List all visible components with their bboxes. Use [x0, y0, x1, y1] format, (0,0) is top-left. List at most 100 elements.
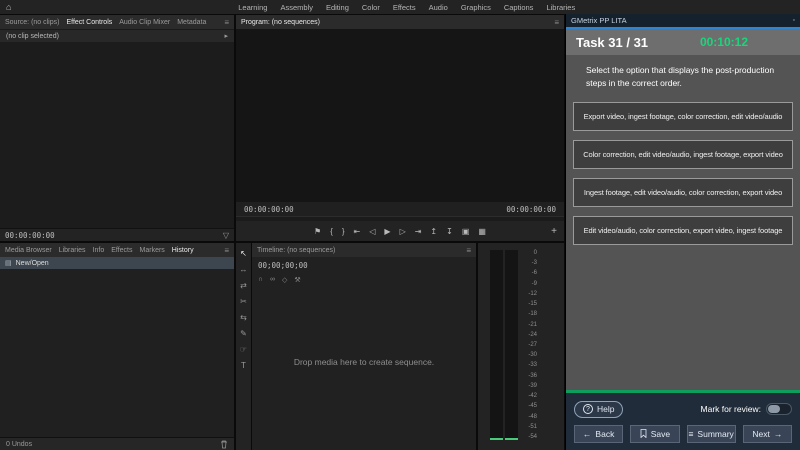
add-marker-icon[interactable]: ⚑ — [314, 227, 321, 236]
help-label: Help — [597, 404, 614, 414]
panel-menu-icon[interactable]: ≡ — [224, 246, 229, 255]
workspace-tab-editing[interactable]: Editing — [326, 3, 349, 12]
scale-label: -24 — [523, 332, 537, 338]
tools-panel: ↖ ↔ ⇄ ✂ ⇆ ✎ ☞ T — [236, 243, 251, 450]
workspace-tab-graphics[interactable]: Graphics — [461, 3, 491, 12]
back-button[interactable]: ← Back — [574, 425, 623, 443]
app-root: ⌂ Learning Assembly Editing Color Effect… — [0, 0, 800, 450]
tab-effect-controls[interactable]: Effect Controls — [66, 19, 112, 26]
scale-label: -15 — [523, 301, 537, 307]
help-button[interactable]: ? Help — [574, 401, 623, 418]
timeline-panel: Timeline: (no sequences) ≡ 00;00;00;00 ∩… — [252, 243, 476, 450]
tab-info[interactable]: Info — [93, 247, 105, 254]
workspace-tab-effects[interactable]: Effects — [393, 3, 416, 12]
history-row-new-open[interactable]: ▤ New/Open — [0, 257, 234, 269]
play-icon[interactable]: ▶ — [384, 227, 390, 236]
scale-label: -3 — [523, 260, 537, 266]
timeline-settings-icon[interactable]: ⚒ — [294, 276, 300, 284]
scale-label: -21 — [523, 322, 537, 328]
timeline-header: Timeline: (no sequences) ≡ — [252, 243, 476, 257]
panel-menu-icon[interactable]: ≡ — [554, 18, 559, 27]
workspace-tab-libraries[interactable]: Libraries — [546, 3, 575, 12]
linked-selection-icon[interactable]: ∞ — [270, 276, 275, 284]
save-button[interactable]: Save — [630, 425, 679, 443]
scale-label: -54 — [523, 434, 537, 440]
tab-effects[interactable]: Effects — [111, 247, 132, 254]
effect-controls-tabbar: Source: (no clips) Effect Controls Audio… — [0, 15, 234, 29]
workspace-tab-audio[interactable]: Audio — [429, 3, 448, 12]
slip-tool-icon[interactable]: ⇆ — [240, 314, 247, 322]
pen-tool-icon[interactable]: ✎ — [240, 330, 247, 338]
transport-controls: ⚑ { } ⇤ ◁ ▶ ▷ ⇥ ↥ ↧ ▣ ▦ + — [236, 221, 564, 241]
tab-libraries[interactable]: Libraries — [59, 247, 86, 254]
snap-icon[interactable]: ∩ — [258, 276, 263, 284]
task-counter: Task 31 / 31 — [576, 35, 648, 50]
extract-icon[interactable]: ↧ — [446, 227, 453, 236]
tab-history[interactable]: History — [172, 247, 194, 254]
panel-menu-icon[interactable]: ≡ — [466, 246, 471, 255]
button-editor-plus-icon[interactable]: + — [551, 226, 557, 237]
program-monitor-header: Program: (no sequences) ≡ — [236, 15, 564, 29]
tab-source[interactable]: Source: (no clips) — [5, 19, 59, 26]
filter-icon[interactable]: ▽ — [223, 231, 229, 240]
scale-label: -45 — [523, 403, 537, 409]
scale-label: -30 — [523, 352, 537, 358]
trash-icon[interactable] — [220, 440, 228, 449]
summary-label: Summary — [697, 429, 733, 439]
mark-out-icon[interactable]: } — [342, 227, 345, 236]
effect-controls-panel: Source: (no clips) Effect Controls Audio… — [0, 15, 234, 241]
effect-controls-timecode[interactable]: 00:00:00:00 — [5, 231, 55, 240]
timeline-timecode[interactable]: 00;00;00;00 — [258, 261, 308, 270]
hand-tool-icon[interactable]: ☞ — [240, 346, 247, 354]
back-arrow-icon: ← — [583, 429, 592, 439]
program-viewer — [236, 29, 564, 202]
tab-media-browser[interactable]: Media Browser — [5, 247, 52, 254]
mark-in-icon[interactable]: { — [330, 227, 333, 236]
tab-audio-clip-mixer[interactable]: Audio Clip Mixer — [119, 19, 170, 26]
export-frame-icon[interactable]: ▣ — [462, 227, 470, 236]
meter-bar-left — [490, 250, 503, 440]
collapse-arrow-icon[interactable]: ▸ — [224, 32, 228, 40]
workspace-tab-color[interactable]: Color — [362, 3, 380, 12]
razor-tool-icon[interactable]: ✂ — [240, 298, 247, 306]
step-forward-icon[interactable]: ▷ — [400, 227, 406, 236]
gmetrix-titlebar[interactable]: GMetrix PP LITA ▫ — [566, 14, 800, 29]
type-tool-icon[interactable]: T — [241, 362, 246, 370]
next-button[interactable]: Next → — [743, 425, 792, 443]
undo-status: 0 Undos — [6, 441, 32, 448]
step-back-icon[interactable]: ◁ — [369, 227, 375, 236]
lift-icon[interactable]: ↥ — [430, 227, 437, 236]
panel-menu-icon[interactable]: ≡ — [224, 18, 229, 27]
window-control-icon[interactable]: ▫ — [793, 17, 795, 24]
workspace-tab-learning[interactable]: Learning — [238, 3, 267, 12]
ripple-edit-tool-icon[interactable]: ⇄ — [240, 282, 247, 290]
add-marker-icon[interactable]: ◇ — [282, 276, 287, 284]
program-current-timecode[interactable]: 00:00:00:00 — [244, 205, 294, 214]
selection-tool-icon[interactable]: ↖ — [240, 250, 247, 258]
comparison-view-icon[interactable]: ▦ — [478, 227, 486, 236]
program-monitor-title[interactable]: Program: (no sequences) — [241, 19, 320, 26]
scale-label: -48 — [523, 414, 537, 420]
home-icon[interactable]: ⌂ — [6, 2, 11, 12]
workspace-tab-captions[interactable]: Captions — [504, 3, 534, 12]
scale-label: -39 — [523, 383, 537, 389]
answer-option-4[interactable]: Edit video/audio, color correction, expo… — [573, 216, 793, 245]
scale-label: -6 — [523, 270, 537, 276]
go-to-out-icon[interactable]: ⇥ — [415, 227, 422, 236]
answer-option-3[interactable]: Ingest footage, edit video/audio, color … — [573, 178, 793, 207]
answer-option-1[interactable]: Export video, ingest footage, color corr… — [573, 102, 793, 131]
gmetrix-footer: ? Help Mark for review: ← Back Save — [566, 390, 800, 450]
timeline-title[interactable]: Timeline: (no sequences) — [257, 247, 335, 254]
mark-for-review-toggle[interactable] — [766, 403, 792, 415]
gmetrix-window: GMetrix PP LITA ▫ Task 31 / 31 00:10:12 … — [565, 14, 800, 450]
tab-markers[interactable]: Markers — [140, 247, 165, 254]
mark-for-review-label: Mark for review: — [701, 404, 761, 414]
tab-metadata[interactable]: Metadata — [177, 19, 206, 26]
timeline-drop-message[interactable]: Drop media here to create sequence. — [252, 357, 476, 367]
answer-option-2[interactable]: Color correction, edit video/audio, inge… — [573, 140, 793, 169]
track-select-tool-icon[interactable]: ↔ — [240, 266, 248, 274]
workspace-tab-assembly[interactable]: Assembly — [280, 3, 313, 12]
summary-button[interactable]: ≡ Summary — [687, 425, 736, 443]
history-item-label: New/Open — [16, 260, 49, 267]
go-to-in-icon[interactable]: ⇤ — [354, 227, 361, 236]
